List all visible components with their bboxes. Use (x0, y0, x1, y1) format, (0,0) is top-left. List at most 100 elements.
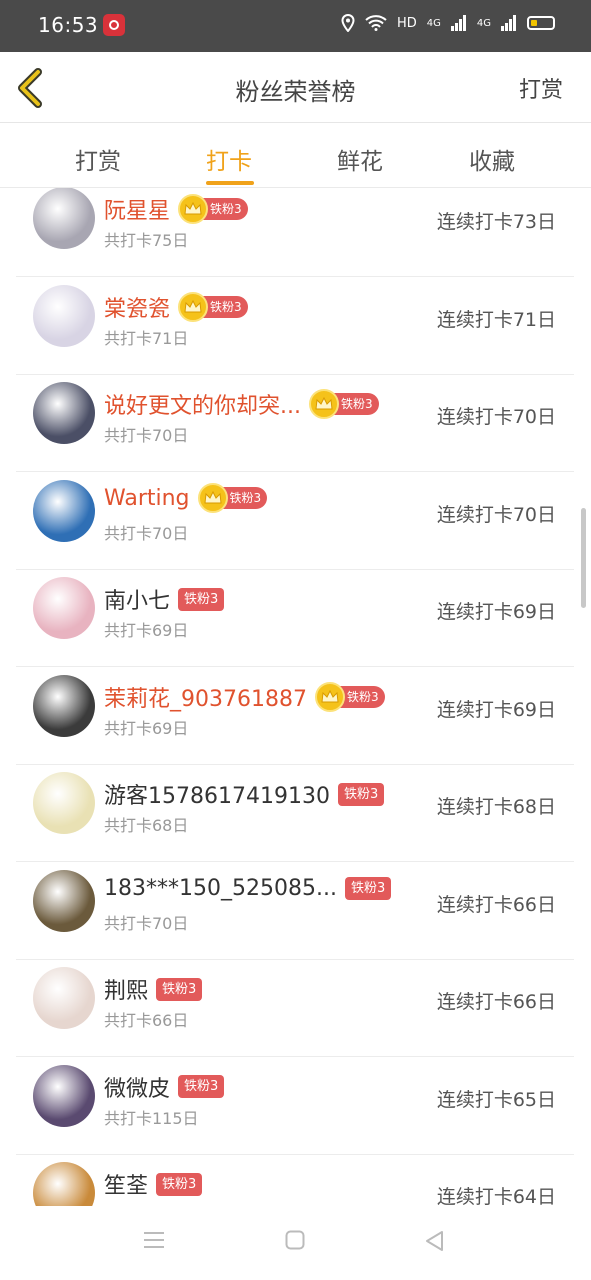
signal-4g-label-2: 4G (476, 17, 491, 29)
total-checkin-text: 共打卡71日 (104, 328, 189, 348)
user-name[interactable]: 微微皮 (104, 1071, 170, 1103)
fan-level-badge: 铁粉3 (156, 1172, 203, 1196)
streak-text: 连续打卡64日 (436, 1186, 556, 1206)
avatar[interactable] (33, 188, 95, 249)
hd-label: HD (396, 15, 417, 31)
fan-level-badge: 铁粉3 (178, 1075, 225, 1098)
crown-icon (308, 389, 339, 419)
avatar[interactable] (33, 577, 95, 639)
crown-icon (178, 194, 209, 224)
avatar[interactable] (33, 1162, 95, 1206)
total-checkin-text: 共打卡70日 (104, 523, 189, 543)
streak-text: 连续打卡71日 (436, 308, 556, 331)
streak-text: 连续打卡69日 (436, 698, 556, 721)
tab-bar: 打赏 打卡 鲜花 收藏 (0, 122, 591, 188)
tab-checkin[interactable]: 打卡 (206, 142, 252, 176)
user-name[interactable]: 游客1578617419130 (104, 778, 330, 810)
page-title: 粉丝荣誉榜 (235, 78, 356, 106)
avatar[interactable] (33, 674, 95, 737)
avatar[interactable] (33, 1064, 95, 1127)
list-item[interactable]: 荆熙 铁粉3 共打卡66日 连续打卡66日 (16, 959, 574, 1057)
list-item[interactable]: 微微皮 铁粉3 共打卡115日 连续打卡65日 (16, 1057, 574, 1155)
avatar[interactable] (33, 869, 95, 932)
name-line: 荆熙 铁粉3 (104, 973, 203, 1005)
triangle-back-icon[interactable] (424, 1230, 444, 1252)
name-line: 阮星星 铁粉3 (104, 193, 248, 225)
user-name[interactable]: Warting (104, 486, 190, 511)
home-icon[interactable] (285, 1230, 305, 1250)
header-bar: 粉丝荣誉榜 打赏 (0, 52, 591, 123)
user-name[interactable]: 阮星星 (104, 193, 170, 225)
streak-text: 连续打卡70日 (436, 503, 556, 526)
active-tab-indicator (206, 181, 254, 185)
avatar[interactable] (33, 967, 95, 1029)
user-name[interactable]: 茉莉花_903761887 (104, 681, 307, 713)
name-line: Warting 铁粉3 (104, 483, 268, 513)
fan-level-badge: 铁粉3 (156, 977, 203, 1001)
streak-text: 连续打卡70日 (436, 406, 556, 428)
name-line: 南小七 铁粉3 (104, 583, 225, 615)
location-icon (341, 14, 355, 32)
total-checkin-text: 共打卡69日 (104, 621, 189, 640)
fan-ranking-list[interactable]: 阮星星 铁粉3 共打卡75日 连续打卡73日 棠瓷瓷 铁粉3 共打卡71日 连续打卡71日 说好… (0, 188, 591, 1206)
total-checkin-text: 共打卡68日 (104, 816, 189, 835)
total-checkin-text: 共打卡66日 (104, 1011, 189, 1030)
streak-text: 连续打卡68日 (436, 796, 556, 818)
fan-level-badge: 铁粉3 (197, 483, 268, 513)
user-name[interactable]: 棠瓷瓷 (104, 291, 170, 323)
user-name[interactable]: 183***150_525085... (104, 876, 337, 901)
name-line: 说好更文的你却突... 铁粉3 (104, 388, 379, 420)
fan-level-badge: 铁粉3 (308, 389, 379, 419)
app-notification-icon (103, 14, 125, 36)
tab-flowers[interactable]: 鲜花 (337, 142, 383, 176)
streak-text: 连续打卡65日 (436, 1088, 556, 1111)
crown-icon (314, 681, 345, 712)
total-checkin-text: 共打卡69日 (104, 718, 189, 738)
list-item[interactable]: 茉莉花_903761887 铁粉3 共打卡69日 连续打卡69日 (16, 667, 574, 765)
name-line: 茉莉花_903761887 铁粉3 (104, 681, 385, 713)
avatar[interactable] (33, 479, 95, 542)
user-name[interactable]: 荆熙 (104, 973, 148, 1005)
list-item[interactable]: 棠瓷瓷 铁粉3 共打卡71日 连续打卡71日 (16, 277, 574, 375)
avatar[interactable] (33, 284, 95, 347)
avatar[interactable] (33, 382, 95, 444)
total-checkin-text: 共打卡75日 (104, 231, 189, 250)
user-name[interactable]: 笙荃 (104, 1168, 148, 1200)
total-checkin-text: 共打卡70日 (104, 913, 189, 933)
status-bar: 16:53 HD 4G 4G (0, 0, 591, 52)
avatar[interactable] (33, 772, 95, 834)
user-name[interactable]: 说好更文的你却突... (104, 388, 301, 420)
list-item[interactable]: 游客1578617419130 铁粉3 共打卡68日 连续打卡68日 (16, 764, 574, 862)
list-item[interactable]: 阮星星 铁粉3 共打卡75日 连续打卡73日 (16, 188, 574, 277)
fan-level-badge: 铁粉3 (178, 291, 248, 322)
list-item[interactable]: 南小七 铁粉3 共打卡69日 连续打卡69日 (16, 569, 574, 667)
list-item[interactable]: 说好更文的你却突... 铁粉3 共打卡70日 连续打卡70日 (16, 374, 574, 472)
list-item[interactable]: 183***150_525085... 铁粉3 共打卡70日 连续打卡66日 (16, 862, 574, 960)
status-icons: HD 4G 4G (341, 14, 555, 32)
fan-level-badge: 铁粉3 (314, 681, 385, 712)
signal-4g-label: 4G (426, 17, 441, 29)
name-line: 棠瓷瓷 铁粉3 (104, 291, 248, 323)
menu-icon[interactable] (143, 1230, 165, 1250)
wifi-icon (365, 15, 387, 31)
crown-icon (178, 291, 209, 322)
signal-bars-icon-2 (501, 15, 516, 31)
fan-level-badge: 铁粉3 (337, 782, 385, 806)
streak-text: 连续打卡73日 (436, 211, 556, 233)
tab-reward[interactable]: 打赏 (75, 142, 121, 176)
user-name[interactable]: 南小七 (104, 583, 170, 615)
fan-level-badge: 铁粉3 (178, 587, 225, 611)
signal-bars-icon (450, 15, 466, 31)
tab-collection[interactable]: 收藏 (469, 142, 515, 176)
streak-text: 连续打卡69日 (436, 601, 556, 623)
list-item[interactable]: Warting 铁粉3 共打卡70日 连续打卡70日 (16, 472, 574, 570)
name-line: 微微皮 铁粉3 (104, 1071, 225, 1103)
reward-button[interactable]: 打赏 (519, 72, 563, 104)
scrollbar[interactable] (581, 508, 586, 608)
streak-text: 连续打卡66日 (436, 893, 556, 916)
status-time: 16:53 (38, 13, 99, 37)
battery-icon (527, 16, 555, 30)
crown-icon (197, 483, 228, 513)
list-item[interactable]: 笙荃 铁粉3 连续打卡64日 (16, 1154, 574, 1206)
name-line: 游客1578617419130 铁粉3 (104, 778, 385, 810)
